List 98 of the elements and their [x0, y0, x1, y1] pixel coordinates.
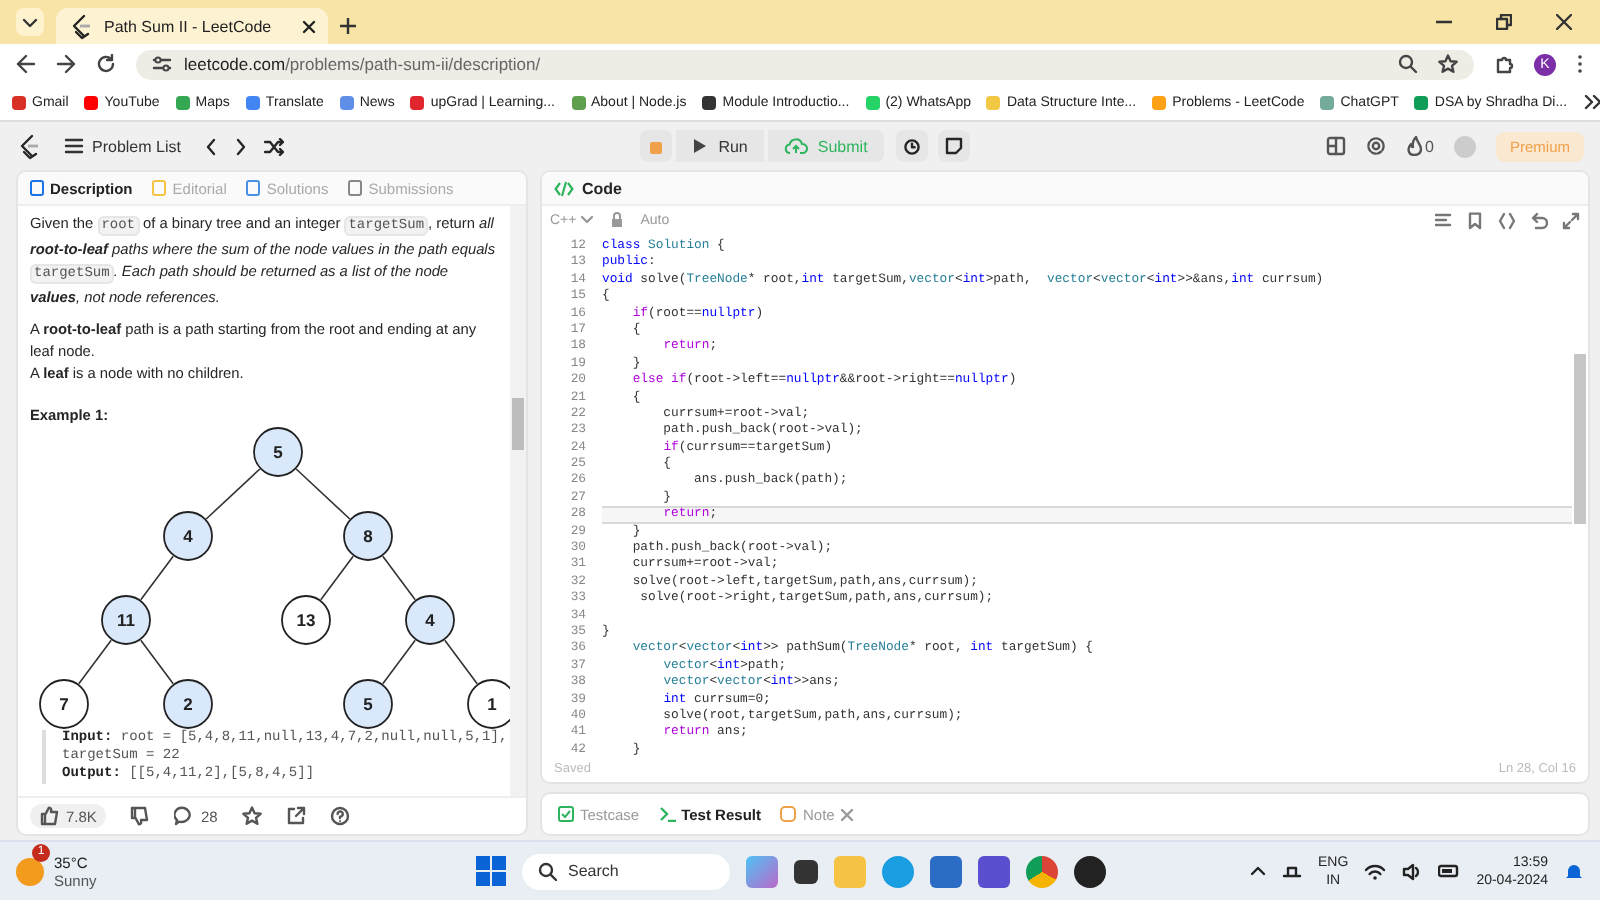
- checkbox-icon: [558, 806, 574, 822]
- streak-counter[interactable]: 0: [1405, 136, 1434, 156]
- copilot-icon[interactable]: [746, 855, 778, 887]
- star-icon[interactable]: [241, 806, 262, 826]
- leetcode-logo-icon: [16, 133, 40, 159]
- terminal-icon: [659, 806, 676, 822]
- tree-edge: [444, 639, 478, 685]
- tab-title: Path Sum II - LeetCode: [104, 17, 274, 35]
- app-icon[interactable]: [978, 855, 1010, 887]
- tree-edge: [295, 468, 351, 520]
- chevron-down-icon: [580, 214, 595, 226]
- star-icon[interactable]: [1438, 54, 1458, 74]
- menu-icon[interactable]: [1576, 54, 1584, 74]
- bookmark-icon[interactable]: [1466, 211, 1484, 229]
- tree-node: 2: [163, 679, 213, 729]
- tree-node: 8: [343, 511, 393, 561]
- tree-edge: [78, 639, 112, 685]
- close-icon[interactable]: [1556, 14, 1572, 30]
- chevron-up-icon[interactable]: [1250, 864, 1267, 878]
- tree-node: 5: [253, 427, 303, 477]
- list-icon: [64, 136, 84, 156]
- tab-icon: [348, 180, 363, 196]
- thumbs-up-icon: [40, 806, 60, 826]
- battery-icon[interactable]: [1438, 862, 1461, 880]
- settings-icon[interactable]: [1365, 136, 1386, 156]
- store-icon[interactable]: [930, 855, 962, 887]
- chrome-browser-icon[interactable]: [1026, 855, 1058, 887]
- timer-button[interactable]: [895, 130, 928, 162]
- thumbs-down-icon[interactable]: [130, 806, 151, 826]
- problem-list-button[interactable]: Problem List: [56, 132, 189, 160]
- bug-icon: [648, 137, 665, 155]
- weather-icon: [16, 857, 44, 885]
- shuffle-icon[interactable]: [264, 137, 285, 155]
- tree-node: 4: [405, 595, 455, 645]
- plus-icon[interactable]: [340, 18, 356, 34]
- zoom-icon[interactable]: [1398, 54, 1418, 74]
- back-arrow-icon[interactable]: [16, 54, 36, 74]
- search-icon: [538, 861, 558, 881]
- undo-icon[interactable]: [1530, 211, 1548, 229]
- leetcode-logo-icon: [68, 13, 92, 39]
- tree-node: 13: [281, 595, 331, 645]
- edge-browser-icon[interactable]: [882, 855, 914, 887]
- flame-icon: [1405, 136, 1422, 156]
- more-bookmarks-icon[interactable]: [1583, 94, 1600, 110]
- forward-arrow-icon[interactable]: [56, 54, 76, 74]
- panel-title: Code: [582, 179, 622, 197]
- notification-bell-icon[interactable]: [1564, 861, 1584, 881]
- expand-icon[interactable]: [1562, 211, 1580, 229]
- extensions-icon[interactable]: [1494, 54, 1514, 74]
- tree-edge: [382, 555, 416, 601]
- tree-node: 1: [467, 679, 510, 729]
- chevron-down-icon: [22, 15, 38, 29]
- close-icon: [840, 807, 855, 821]
- tab-icon: [246, 180, 261, 196]
- tree-edge: [320, 555, 354, 601]
- tree-node: 4: [163, 511, 213, 561]
- taskbar-search[interactable]: Search: [522, 853, 730, 889]
- media-player-icon[interactable]: [1074, 855, 1106, 887]
- speaker-icon[interactable]: [1402, 861, 1423, 881]
- restore-icon[interactable]: [1496, 14, 1512, 30]
- note-icon: [943, 136, 964, 156]
- lock-icon: [610, 212, 625, 228]
- chevron-right-icon[interactable]: [234, 137, 249, 155]
- tree-edge: [205, 468, 261, 520]
- cloud-upload-icon: [783, 136, 808, 156]
- braces-icon[interactable]: [1498, 211, 1516, 229]
- tree-edge: [382, 639, 416, 685]
- url-text: leetcode.com/problems/path-sum-ii/description/: [184, 54, 541, 74]
- browser-tab[interactable]: Path Sum II - LeetCode: [56, 8, 328, 44]
- reload-icon[interactable]: [96, 54, 116, 74]
- tree-node: 5: [343, 679, 393, 729]
- wifi-icon[interactable]: [1364, 862, 1387, 880]
- network-icon[interactable]: [1282, 862, 1303, 880]
- run-button[interactable]: Run: [676, 130, 764, 162]
- tab-search-button[interactable]: [16, 8, 44, 36]
- note-icon: [780, 806, 797, 822]
- address-bar[interactable]: leetcode.com/problems/path-sum-ii/description/: [136, 49, 1474, 79]
- layout-icon[interactable]: [1325, 136, 1346, 156]
- task-view-icon[interactable]: [794, 859, 818, 883]
- chevron-left-icon[interactable]: [204, 137, 219, 155]
- notes-button[interactable]: [937, 130, 970, 162]
- share-icon[interactable]: [285, 806, 306, 826]
- tab-icon: [152, 180, 167, 196]
- tree-edge: [140, 555, 174, 601]
- tree-node: 11: [101, 595, 151, 645]
- scrollbar[interactable]: [510, 206, 526, 796]
- format-icon[interactable]: [1434, 211, 1452, 227]
- windows-start-icon[interactable]: [476, 856, 506, 886]
- code-icon: [554, 179, 574, 197]
- site-settings-icon: [152, 54, 172, 74]
- tree-node: 7: [39, 679, 89, 729]
- close-icon[interactable]: [302, 19, 316, 33]
- tab-icon: [30, 180, 44, 196]
- alarm-clock-icon: [901, 136, 922, 156]
- tree-edge: [140, 639, 174, 685]
- play-icon: [692, 138, 709, 154]
- help-icon[interactable]: [329, 806, 350, 826]
- comment-icon: [174, 806, 195, 826]
